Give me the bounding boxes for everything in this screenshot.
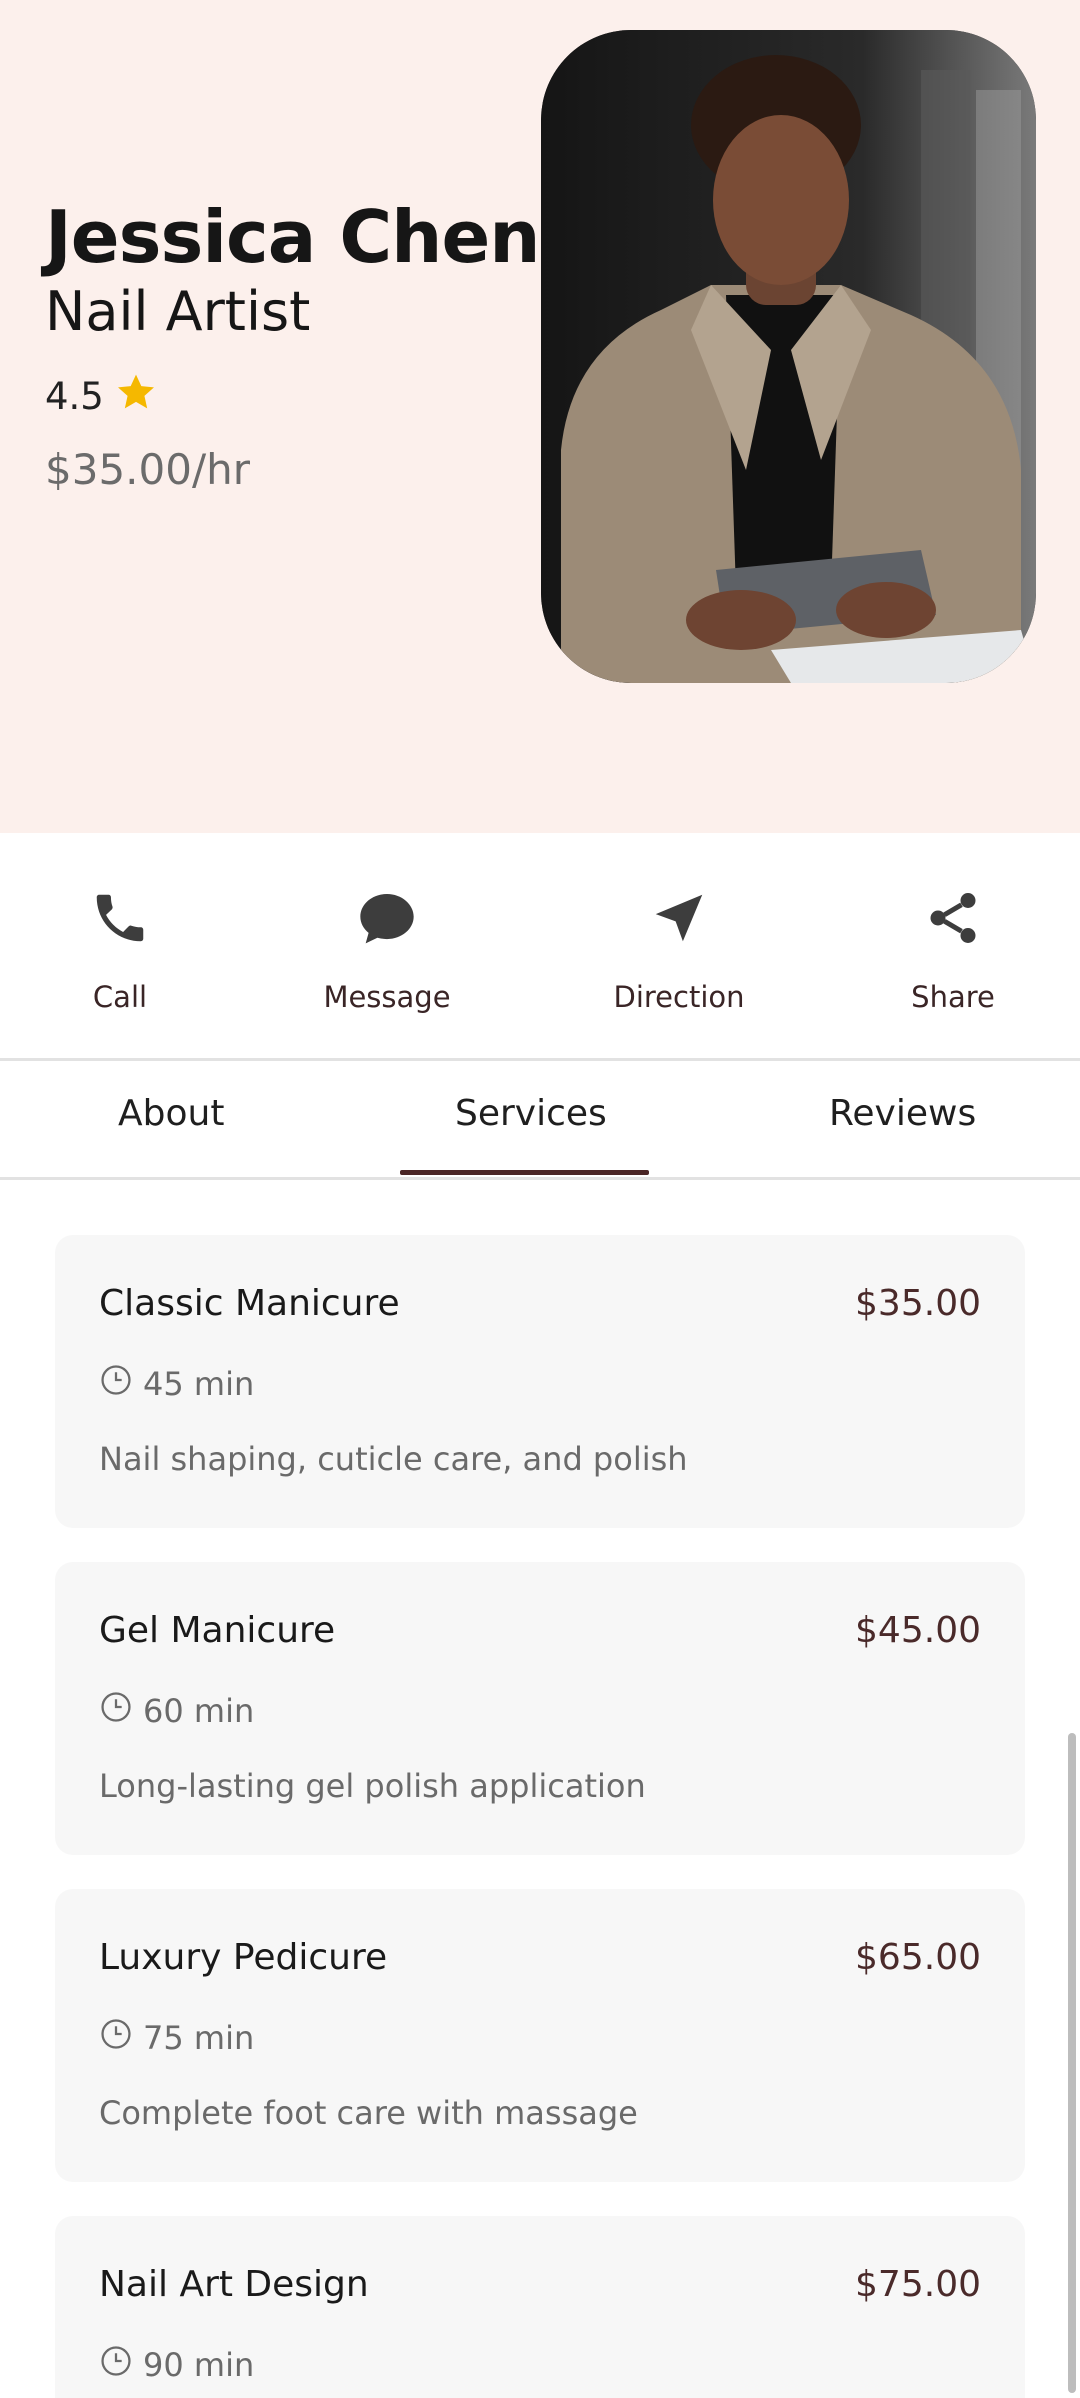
service-title: Classic Manicure [99,1283,400,1324]
service-title: Gel Manicure [99,1610,336,1651]
duration-text: 90 min [143,2346,255,2384]
duration-text: 75 min [143,2019,255,2057]
tab-services[interactable]: Services [455,1093,607,1134]
tab-about[interactable]: About [118,1093,224,1134]
service-duration: 60 min [99,1690,254,1732]
chat-bubble-icon [277,878,497,958]
star-icon [114,370,158,423]
phone-icon [10,878,230,958]
scrollbar[interactable] [1068,1733,1076,2393]
service-card[interactable]: Gel Manicure $45.00 60 min Long-lasting … [55,1562,1025,1855]
profile-header: Jessica Chen Nail Artist 4.5 $35.00/hr [0,0,1080,833]
service-card[interactable]: Classic Manicure $35.00 45 min Nail shap… [55,1235,1025,1528]
share-icon [843,878,1063,958]
profile-role: Nail Artist [45,280,311,343]
message-button[interactable]: Message [277,878,497,1014]
navigation-arrow-icon [569,878,789,958]
share-button[interactable]: Share [843,878,1063,1014]
profile-photo [541,30,1036,683]
service-title: Nail Art Design [99,2264,369,2305]
clock-icon [99,2344,133,2386]
call-label: Call [92,980,148,1014]
service-price: $45.00 [855,1610,981,1651]
rating-value: 4.5 [45,375,104,418]
service-price: $35.00 [855,1283,981,1324]
service-card[interactable]: Luxury Pedicure $65.00 75 min Complete f… [55,1889,1025,2182]
call-button[interactable]: Call [10,878,230,1014]
direction-button[interactable]: Direction [569,878,789,1014]
service-duration: 45 min [99,1363,254,1405]
service-duration: 90 min [99,2344,254,2386]
hourly-rate: $35.00/hr [45,445,250,494]
rating: 4.5 [45,370,158,423]
direction-label: Direction [613,980,745,1014]
clock-icon [99,1363,133,1405]
service-description: Long-lasting gel polish application [99,1767,646,1805]
clock-icon [99,2017,133,2059]
service-description: Nail shaping, cuticle care, and polish [99,1440,688,1478]
clock-icon [99,1690,133,1732]
active-tab-indicator [400,1170,649,1175]
service-price: $75.00 [855,2264,981,2305]
service-price: $65.00 [855,1937,981,1978]
services-list[interactable]: Classic Manicure $35.00 45 min Nail shap… [0,1180,1080,2398]
duration-text: 60 min [143,1692,255,1730]
service-card[interactable]: Nail Art Design $75.00 90 min [55,2216,1025,2398]
duration-text: 45 min [143,1365,255,1403]
message-label: Message [323,980,451,1014]
tab-bar: About Services Reviews [0,1061,1080,1177]
service-description: Complete foot care with massage [99,2094,638,2132]
action-bar: Call Message Direction Share [0,833,1080,1058]
tab-reviews[interactable]: Reviews [829,1093,976,1134]
profile-name: Jessica Chen [45,195,541,279]
share-label: Share [911,980,995,1014]
service-duration: 75 min [99,2017,254,2059]
service-title: Luxury Pedicure [99,1937,388,1978]
